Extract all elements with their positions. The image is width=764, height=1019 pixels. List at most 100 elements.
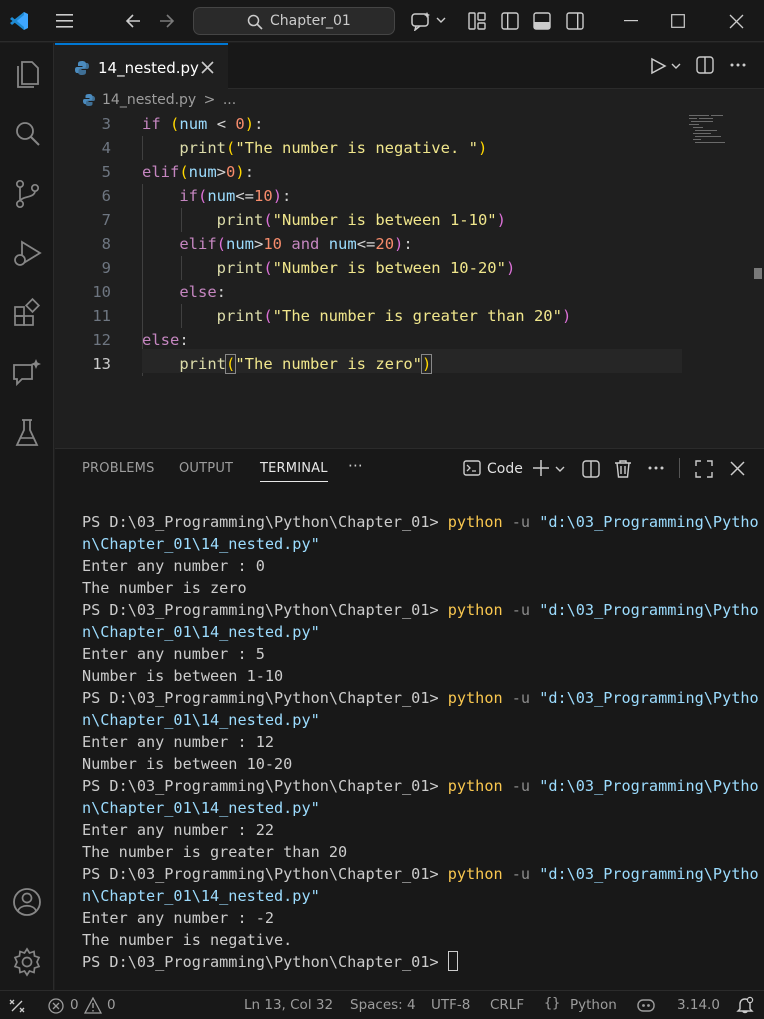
- new-terminal-icon[interactable]: [532, 459, 550, 477]
- panel-more-actions-icon[interactable]: [648, 466, 664, 470]
- line-number: 12: [92, 331, 111, 349]
- language-mode[interactable]: Python: [570, 997, 617, 1013]
- split-terminal-icon[interactable]: [582, 460, 600, 478]
- account-icon[interactable]: [10, 885, 44, 919]
- indentation[interactable]: Spaces: 4: [350, 997, 416, 1013]
- error-icon[interactable]: [48, 998, 64, 1014]
- terminal-profile-icon: [463, 460, 481, 476]
- toggle-secondary-sidebar-icon[interactable]: [566, 12, 584, 30]
- code-line[interactable]: print("The number is zero"): [142, 354, 433, 374]
- chevron-down-icon[interactable]: [436, 16, 446, 24]
- run-debug-icon[interactable]: [10, 236, 44, 270]
- command-center-search[interactable]: Chapter_01: [193, 7, 395, 35]
- forward-arrow-icon[interactable]: [158, 12, 176, 30]
- warning-icon[interactable]: [84, 997, 102, 1014]
- vscode-logo-icon: [8, 10, 30, 32]
- new-terminal-chevron-icon[interactable]: [555, 465, 565, 473]
- terminal-profile-label[interactable]: Code: [487, 461, 523, 477]
- end-of-line[interactable]: CRLF: [490, 997, 524, 1013]
- tab-14-nested-py[interactable]: 14_nested.py: [55, 43, 228, 89]
- breadcrumb-more[interactable]: ...: [223, 92, 236, 108]
- line-number: 8: [101, 235, 111, 253]
- search-icon: [247, 14, 263, 30]
- terminal-command-line: PS D:\03_Programming\Python\Chapter_01> …: [82, 689, 759, 707]
- minimize-icon[interactable]: [624, 20, 638, 22]
- split-editor-icon[interactable]: [696, 56, 714, 74]
- toggle-sidebar-icon[interactable]: [501, 12, 519, 30]
- testing-icon[interactable]: [10, 416, 44, 450]
- python-interpreter[interactable]: 3.14.0: [677, 997, 720, 1013]
- copilot-status-icon[interactable]: [636, 997, 656, 1014]
- language-braces-icon[interactable]: {}: [544, 995, 560, 1011]
- code-line[interactable]: if(num<=10):: [142, 187, 291, 205]
- terminal-command-line: PS D:\03_Programming\Python\Chapter_01> …: [82, 601, 759, 619]
- run-python-file-icon[interactable]: [649, 57, 667, 75]
- close-panel-icon[interactable]: [730, 461, 745, 476]
- code-editor[interactable]: 3 if (num < 0): 4 print("The number is neg…: [55, 112, 764, 442]
- terminal-output-line: Number is between 1-10: [82, 667, 284, 685]
- copilot-icon[interactable]: [410, 11, 432, 31]
- menu-icon[interactable]: [56, 13, 74, 29]
- code-line[interactable]: else:: [142, 331, 189, 349]
- terminal-output-line: Number is between 10-20: [82, 755, 293, 773]
- encoding[interactable]: UTF-8: [431, 997, 470, 1013]
- panel-more-icon[interactable]: ···: [348, 457, 363, 475]
- activity-bar: [0, 43, 54, 990]
- toggle-panel-icon[interactable]: [533, 12, 551, 30]
- overview-ruler-marker: [754, 268, 762, 279]
- minimap[interactable]: [689, 114, 737, 144]
- layout-icon[interactable]: [468, 12, 486, 30]
- line-number: 10: [92, 283, 111, 301]
- cursor-position[interactable]: Ln 13, Col 32: [244, 997, 333, 1013]
- code-line[interactable]: print("Number is between 1-10"): [142, 211, 506, 229]
- close-tab-icon[interactable]: [201, 61, 214, 74]
- maximize-panel-icon[interactable]: [695, 460, 713, 478]
- extensions-icon[interactable]: [10, 296, 44, 330]
- code-line[interactable]: print("The number is greater than 20"): [142, 307, 572, 325]
- source-control-icon[interactable]: [10, 176, 44, 210]
- line-number: 5: [101, 163, 111, 181]
- explorer-icon[interactable]: [10, 56, 44, 90]
- line-number: 11: [92, 307, 111, 325]
- code-line[interactable]: print("The number is negative. "): [142, 139, 487, 157]
- back-arrow-icon[interactable]: [124, 12, 142, 30]
- maximize-icon[interactable]: [671, 14, 685, 28]
- terminal-command-continuation: n\Chapter_01\14_nested.py": [82, 535, 320, 553]
- remote-indicator-icon[interactable]: [8, 997, 26, 1015]
- error-count[interactable]: 0: [70, 997, 79, 1013]
- terminal-command-continuation: n\Chapter_01\14_nested.py": [82, 623, 320, 641]
- code-line[interactable]: elif(num>0):: [142, 163, 254, 181]
- title-bar: Chapter_01: [0, 0, 764, 42]
- breadcrumb-file[interactable]: 14_nested.py: [102, 92, 196, 108]
- run-options-chevron-icon[interactable]: [671, 62, 681, 70]
- line-number: 6: [101, 187, 111, 205]
- python-file-icon: [74, 60, 90, 76]
- chat-icon[interactable]: [10, 356, 44, 390]
- code-line[interactable]: else:: [142, 283, 226, 301]
- terminal-command-continuation: n\Chapter_01\14_nested.py": [82, 711, 320, 729]
- search-icon[interactable]: [10, 116, 44, 150]
- breadcrumb-separator: >: [203, 92, 216, 108]
- terminal-input-line: Enter any number : 0: [82, 557, 265, 575]
- warning-count[interactable]: 0: [107, 997, 116, 1013]
- tab-problems[interactable]: PROBLEMS: [82, 461, 155, 476]
- close-icon[interactable]: [729, 14, 744, 29]
- terminal-output[interactable]: PS D:\03_Programming\Python\Chapter_01> …: [82, 511, 762, 973]
- terminal-cursor: [447, 951, 458, 971]
- kill-terminal-trash-icon[interactable]: [614, 459, 632, 478]
- terminal-command-line: PS D:\03_Programming\Python\Chapter_01> …: [82, 777, 759, 795]
- code-line[interactable]: elif(num>10 and num<=20):: [142, 235, 412, 253]
- more-actions-icon[interactable]: [730, 63, 746, 67]
- terminal-input-line: Enter any number : 22: [82, 821, 275, 839]
- tab-filename: 14_nested.py: [98, 59, 199, 77]
- settings-gear-icon[interactable]: [10, 945, 44, 979]
- breadcrumb: 14_nested.py > ...: [82, 92, 236, 112]
- line-number: 9: [101, 259, 111, 277]
- line-number: 13: [92, 355, 111, 373]
- code-line[interactable]: print("Number is between 10-20"): [142, 259, 516, 277]
- terminal-prompt-line: PS D:\03_Programming\Python\Chapter_01>: [82, 951, 762, 973]
- notifications-bell-icon[interactable]: [736, 996, 754, 1014]
- tab-output[interactable]: OUTPUT: [179, 461, 233, 476]
- code-line[interactable]: if (num < 0):: [142, 115, 263, 133]
- tab-terminal[interactable]: TERMINAL: [260, 461, 328, 482]
